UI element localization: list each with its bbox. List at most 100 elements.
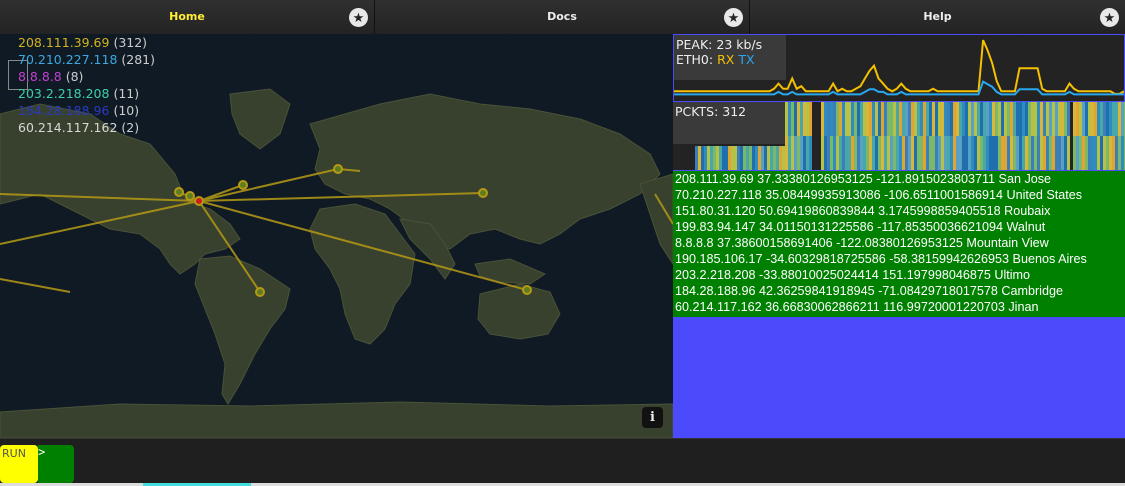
star-icon[interactable]: ★ — [724, 8, 743, 27]
heatmap-cell — [806, 136, 809, 170]
heatmap-cell — [893, 102, 896, 136]
heatmap-cell — [992, 102, 995, 136]
heatmap-cell — [830, 136, 833, 170]
heatmap-cell — [863, 102, 866, 136]
right-panel: PEAK: 23 kb/s ETH0: RX TX PCKTS: 312 208… — [673, 34, 1125, 438]
star-icon[interactable]: ★ — [349, 8, 368, 27]
heatmap-cell — [842, 102, 845, 136]
heatmap-cell — [920, 102, 923, 136]
heatmap-cell — [914, 136, 917, 170]
heatmap-cell — [851, 102, 854, 136]
heatmap-cell — [884, 102, 887, 136]
heatmap-cell — [1013, 102, 1016, 136]
heatmap-cell — [1064, 136, 1067, 170]
heatmap-cell — [821, 136, 824, 170]
heatmap-cell — [941, 102, 944, 136]
heatmap-cell — [866, 136, 869, 170]
heatmap-cell — [914, 102, 917, 136]
heatmap-cell — [1043, 136, 1046, 170]
heatmap-cell — [752, 146, 755, 170]
heatmap-cell — [1007, 136, 1010, 170]
heatmap-cell — [938, 136, 941, 170]
heatmap-cell — [1061, 136, 1064, 170]
geo-line: 184.28.188.96 42.36259841918945 -71.0842… — [675, 284, 1063, 298]
legend-item[interactable]: 203.2.218.208 (11) — [18, 85, 155, 102]
legend-item[interactable]: 70.210.227.118 (281) — [18, 51, 155, 68]
heatmap-cell — [1016, 102, 1019, 136]
heatmap-cell — [782, 146, 785, 170]
heatmap-cell — [1091, 136, 1094, 170]
heatmap-cell — [911, 136, 914, 170]
legend-item[interactable]: 208.111.39.69 (312) — [18, 34, 155, 51]
legend-ip: 184.28.188.96 — [18, 103, 110, 118]
heatmap-cell — [923, 136, 926, 170]
tab-help[interactable]: Help ★ — [750, 0, 1125, 34]
world-map[interactable]: 208.111.39.69 (312) 70.210.227.118 (281)… — [0, 34, 673, 438]
heatmap-cell — [869, 102, 872, 136]
heatmap-cell — [950, 136, 953, 170]
heatmap-cell — [695, 146, 698, 170]
geo-line: 203.2.218.208 -33.88010025024414 151.197… — [675, 268, 1031, 282]
heatmap-cell — [1067, 102, 1070, 136]
heatmap-cell — [1100, 102, 1103, 136]
heatmap-cell — [827, 136, 830, 170]
tab-home[interactable]: Home ★ — [0, 0, 375, 34]
heatmap-cell — [791, 136, 794, 170]
geo-line: 60.214.117.162 36.66830062866211 116.997… — [675, 300, 1039, 314]
heatmap-cell — [1121, 136, 1124, 170]
legend-item[interactable]: 8.8.8.8 (8) — [18, 68, 155, 85]
heatmap-cell — [893, 136, 896, 170]
heatmap-cell — [1019, 102, 1022, 136]
heatmap-cell — [968, 102, 971, 136]
geo-line: 190.185.106.17 -34.60329818725586 -58.38… — [675, 252, 1087, 266]
legend-count: (281) — [121, 52, 156, 67]
heatmap-cell — [1082, 102, 1085, 136]
heatmap-cell — [1109, 102, 1112, 136]
heatmap-cell — [806, 102, 809, 136]
heatmap-cell — [866, 102, 869, 136]
eth-label: ETH0: RX TX — [676, 52, 786, 67]
heatmap-cell — [1043, 102, 1046, 136]
heatmap-cell — [833, 102, 836, 136]
heatmap-cell — [1022, 136, 1025, 170]
heatmap-cell — [836, 136, 839, 170]
heatmap-cell — [788, 102, 791, 136]
heatmap-cell — [1067, 136, 1070, 170]
rx-label: RX — [717, 52, 735, 67]
heatmap-cell — [800, 102, 803, 136]
heatmap-cell — [830, 102, 833, 136]
run-button[interactable]: RUN — [0, 445, 38, 483]
legend-count: (11) — [113, 86, 140, 101]
heatmap-cell — [794, 102, 797, 136]
legend-item[interactable]: 60.214.117.162 (2) — [18, 119, 155, 136]
heatmap-cell — [1094, 102, 1097, 136]
heatmap-cell — [983, 136, 986, 170]
heatmap-cell — [734, 146, 737, 170]
heatmap-cell — [977, 136, 980, 170]
info-button[interactable]: i — [642, 407, 663, 428]
geo-lookup-output: 208.111.39.69 37.33380126953125 -121.891… — [673, 171, 1125, 317]
heatmap-cell — [908, 136, 911, 170]
heatmap-cell — [911, 102, 914, 136]
star-icon[interactable]: ★ — [1100, 8, 1119, 27]
heatmap-cell — [980, 102, 983, 136]
heatmap-cell — [848, 102, 851, 136]
heatmap-cell — [899, 136, 902, 170]
heatmap-cell — [701, 146, 704, 170]
heatmap-cell — [1022, 102, 1025, 136]
heatmap-cell — [965, 136, 968, 170]
heatmap-cell — [809, 102, 812, 136]
heatmap-cell — [1016, 136, 1019, 170]
tab-docs[interactable]: Docs ★ — [375, 0, 750, 34]
heatmap-cell — [878, 136, 881, 170]
heatmap-cell — [1085, 136, 1088, 170]
legend-count: (312) — [113, 35, 148, 50]
heatmap-cell — [1088, 102, 1091, 136]
heatmap-cell — [953, 136, 956, 170]
heatmap-cell — [713, 146, 716, 170]
legend-item[interactable]: 184.28.188.96 (10) — [18, 102, 155, 119]
heatmap-cell — [1001, 102, 1004, 136]
heatmap-cell — [800, 136, 803, 170]
geo-line: 199.83.94.147 34.01150131225586 -117.853… — [675, 220, 1046, 234]
heatmap-cell — [1106, 136, 1109, 170]
